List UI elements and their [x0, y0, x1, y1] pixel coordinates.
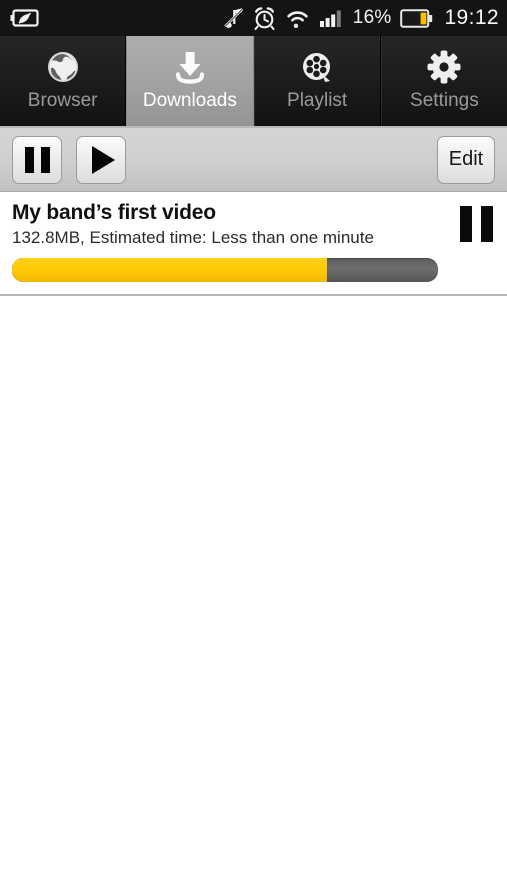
resume-all-button[interactable] [76, 135, 126, 184]
download-progress-fill [12, 258, 328, 282]
downloads-toolbar: Edit [0, 128, 507, 192]
download-pause-button[interactable] [460, 206, 493, 242]
film-reel-icon [299, 47, 335, 87]
status-bar-left [10, 9, 40, 27]
globe-icon [45, 47, 81, 87]
tab-downloads-label: Downloads [142, 90, 237, 111]
cellular-signal-icon [319, 8, 344, 28]
battery-icon [400, 8, 433, 28]
status-bar-clock: 19:12 [444, 6, 499, 29]
tab-bar: Browser Downloads Playlist Settings [0, 36, 507, 128]
tab-playlist-label: Playlist [287, 90, 348, 111]
play-icon [91, 145, 115, 174]
download-arrow-icon [171, 47, 209, 87]
download-title: My band’s first video [12, 201, 216, 224]
status-bar-right: 16% 19:12 [223, 6, 499, 30]
download-details: 132.8MB, Estimated time: Less than one m… [12, 228, 374, 247]
battery-percent-label: 16% [352, 7, 392, 28]
tab-browser-label: Browser [27, 90, 98, 111]
mute-note-icon [223, 7, 244, 29]
pause-icon [481, 206, 493, 242]
download-progress-bar [12, 258, 438, 282]
tab-settings[interactable]: Settings [380, 36, 507, 126]
pause-icon [460, 206, 472, 242]
pause-icon [24, 146, 50, 173]
status-bar: 16% 19:12 [0, 0, 507, 36]
tab-downloads[interactable]: Downloads [126, 36, 254, 126]
download-list-item[interactable]: My band’s first video 132.8MB, Estimated… [0, 192, 507, 296]
wifi-icon [285, 8, 310, 28]
alarm-clock-icon [253, 6, 276, 30]
downloads-list: My band’s first video 132.8MB, Estimated… [0, 192, 507, 296]
battery-leaf-icon [10, 9, 40, 27]
tab-settings-label: Settings [410, 90, 479, 111]
gear-icon [426, 47, 462, 87]
pause-all-button[interactable] [12, 135, 62, 184]
tab-playlist[interactable]: Playlist [253, 36, 381, 126]
edit-button[interactable]: Edit [437, 135, 495, 184]
tab-browser[interactable]: Browser [0, 36, 127, 126]
